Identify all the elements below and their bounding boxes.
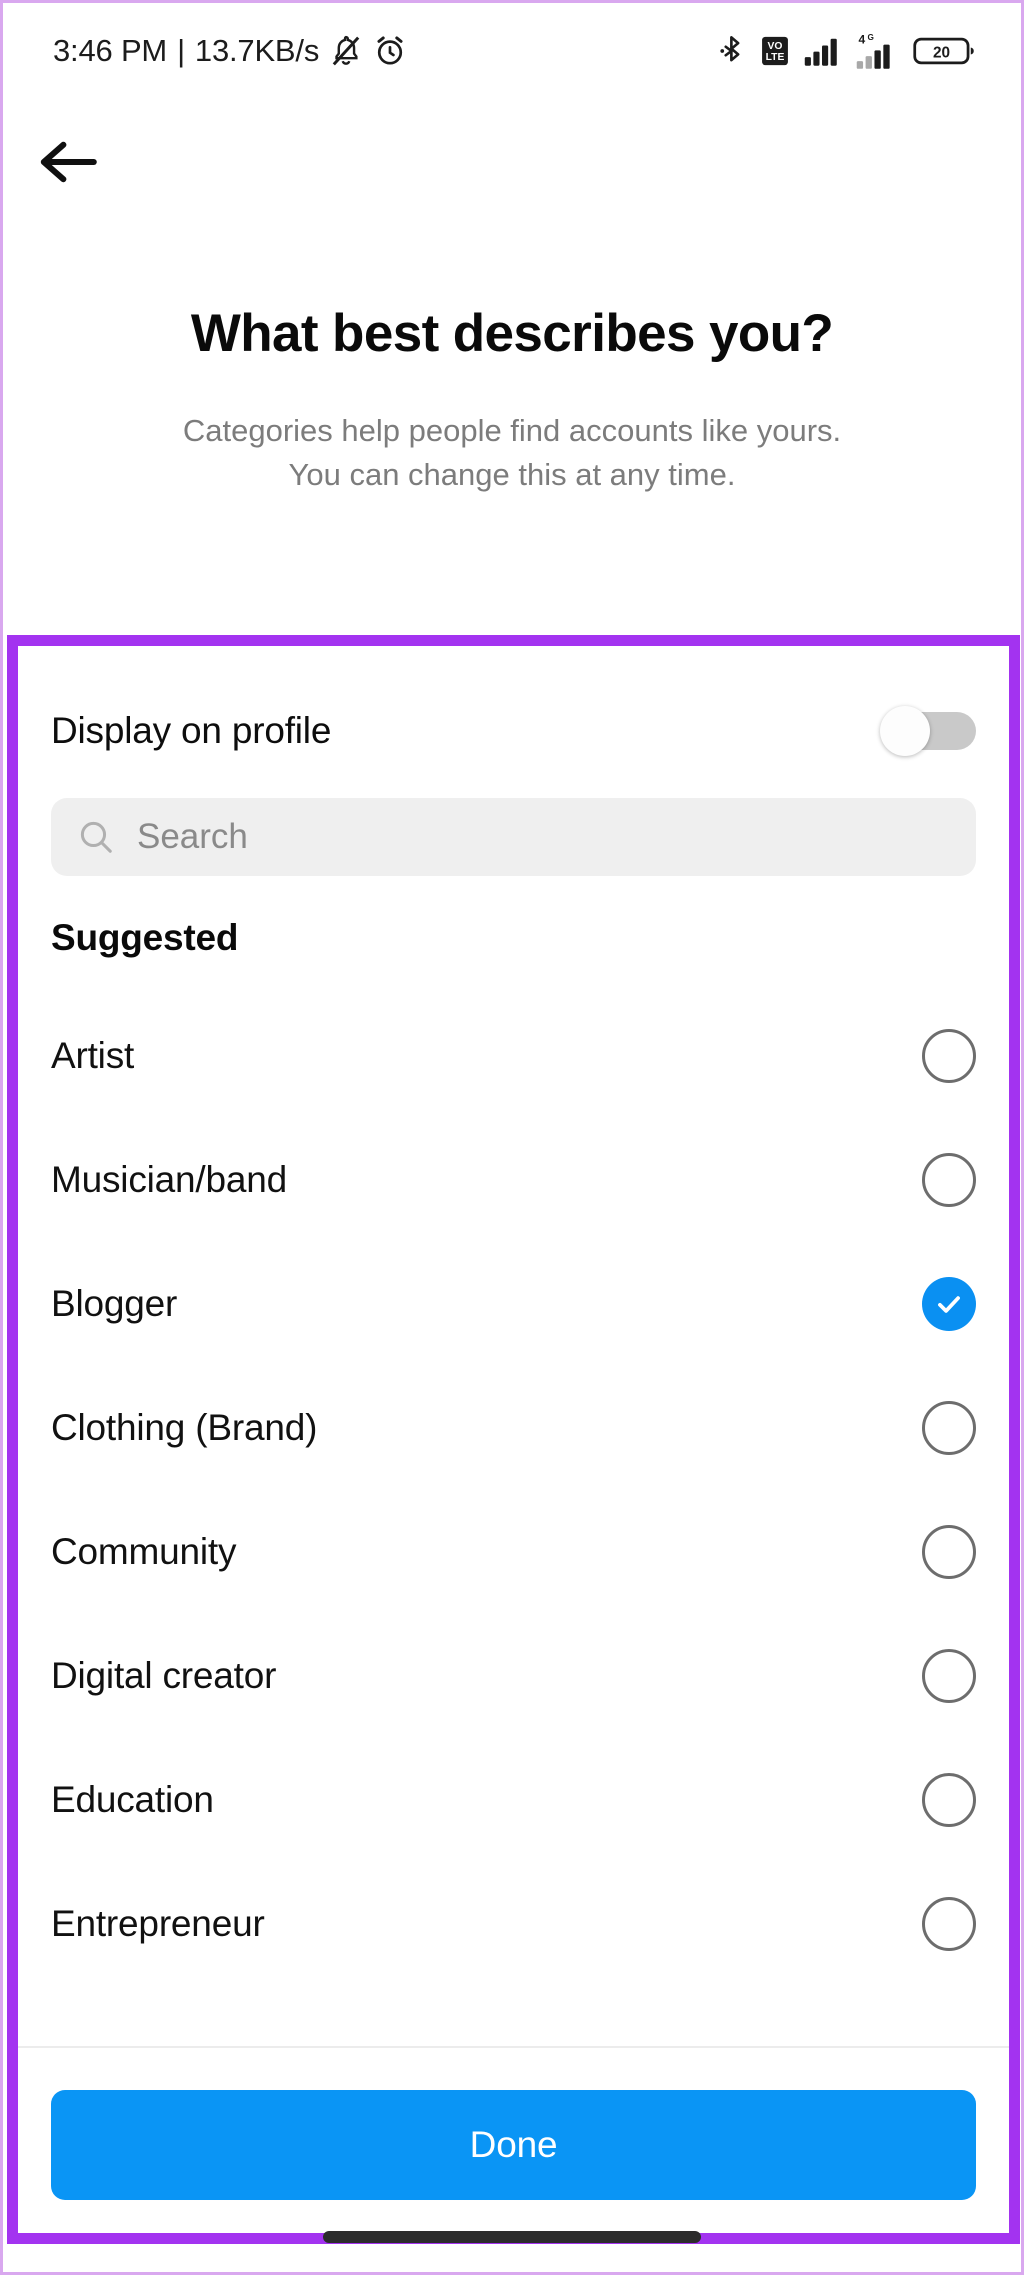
- toggle-knob: [880, 706, 930, 756]
- category-label: Digital creator: [51, 1655, 277, 1696]
- page-title: What best describes you?: [190, 304, 834, 363]
- svg-text:G: G: [867, 33, 873, 42]
- category-radio-unselected[interactable]: [922, 1649, 976, 1703]
- svg-text:LTE: LTE: [766, 52, 785, 63]
- category-row-education[interactable]: Education: [51, 1738, 976, 1862]
- checkmark-icon: [938, 1296, 960, 1313]
- status-bar-right: VO LTE 4 G 20: [717, 32, 975, 70]
- category-row-entrepreneur[interactable]: Entrepreneur: [51, 1862, 976, 1986]
- search-icon: [80, 821, 112, 853]
- battery-icon: 20: [913, 37, 974, 65]
- category-row-clothing-brand[interactable]: Clothing (Brand): [51, 1366, 976, 1490]
- display-on-profile-label: Display on profile: [51, 710, 332, 751]
- category-picker-sheet: Display on profile Search Suggested Arti…: [18, 646, 1009, 2233]
- back-button[interactable]: [37, 121, 127, 203]
- status-bar: 3:46 PM | 13.7KB/s VO LTE 4 G 20: [3, 3, 1021, 99]
- category-radio-unselected[interactable]: [922, 1029, 976, 1083]
- svg-text:VO: VO: [768, 41, 783, 52]
- category-label: Blogger: [51, 1283, 178, 1324]
- category-list: Artist Musician/band Blogger Clothing (B…: [51, 994, 976, 1986]
- suggested-section-header: Suggested: [51, 917, 239, 958]
- category-picker-sheet-highlight: Display on profile Search Suggested Arti…: [7, 635, 1020, 2244]
- footer-divider: [18, 2046, 1009, 2048]
- category-row-artist[interactable]: Artist: [51, 994, 976, 1118]
- category-label: Artist: [51, 1035, 135, 1076]
- phone-screen: 3:46 PM | 13.7KB/s VO LTE 4 G 20 What be…: [0, 0, 1024, 2275]
- status-time: 3:46 PM: [53, 33, 168, 68]
- category-radio-unselected[interactable]: [922, 1525, 976, 1579]
- status-bar-left: 3:46 PM | 13.7KB/s: [53, 33, 407, 69]
- display-on-profile-row[interactable]: Display on profile: [51, 686, 976, 776]
- category-row-blogger[interactable]: Blogger: [51, 1242, 976, 1366]
- category-label: Musician/band: [51, 1159, 287, 1200]
- home-indicator[interactable]: [323, 2231, 701, 2243]
- category-radio-selected[interactable]: [922, 1277, 976, 1331]
- category-label: Education: [51, 1779, 214, 1820]
- category-label: Community: [51, 1531, 237, 1572]
- category-radio-unselected[interactable]: [922, 1773, 976, 1827]
- category-radio-unselected[interactable]: [922, 1401, 976, 1455]
- vowifi-icon: VO LTE: [762, 36, 788, 66]
- mute-bell-icon: [332, 35, 360, 66]
- search-placeholder: Search: [137, 817, 248, 856]
- category-label: Entrepreneur: [51, 1903, 265, 1944]
- battery-level-text: 20: [933, 45, 950, 62]
- category-label: Clothing (Brand): [51, 1407, 318, 1448]
- 4g-signal-icon: 4 G: [856, 32, 890, 69]
- category-radio-unselected[interactable]: [922, 1153, 976, 1207]
- display-on-profile-toggle[interactable]: [880, 706, 976, 756]
- svg-text:4: 4: [858, 32, 865, 46]
- page-subtitle: Categories help people find accounts lik…: [3, 409, 1021, 497]
- back-arrow-icon: [40, 141, 97, 183]
- category-radio-unselected[interactable]: [922, 1897, 976, 1951]
- bluetooth-icon: [720, 36, 740, 62]
- search-field[interactable]: Search: [51, 798, 976, 876]
- category-row-digital-creator[interactable]: Digital creator: [51, 1614, 976, 1738]
- status-separator: |: [177, 33, 185, 68]
- page-subtitle-line-1: Categories help people find accounts lik…: [182, 413, 842, 448]
- category-row-community[interactable]: Community: [51, 1490, 976, 1614]
- category-row-musician-band[interactable]: Musician/band: [51, 1118, 976, 1242]
- page-subtitle-line-2: You can change this at any time.: [288, 457, 736, 493]
- signal-bars-icon: [804, 38, 837, 66]
- done-button[interactable]: Done: [51, 2090, 976, 2200]
- status-network-speed: 13.7KB/s: [194, 33, 320, 68]
- alarm-clock-icon: [377, 36, 403, 65]
